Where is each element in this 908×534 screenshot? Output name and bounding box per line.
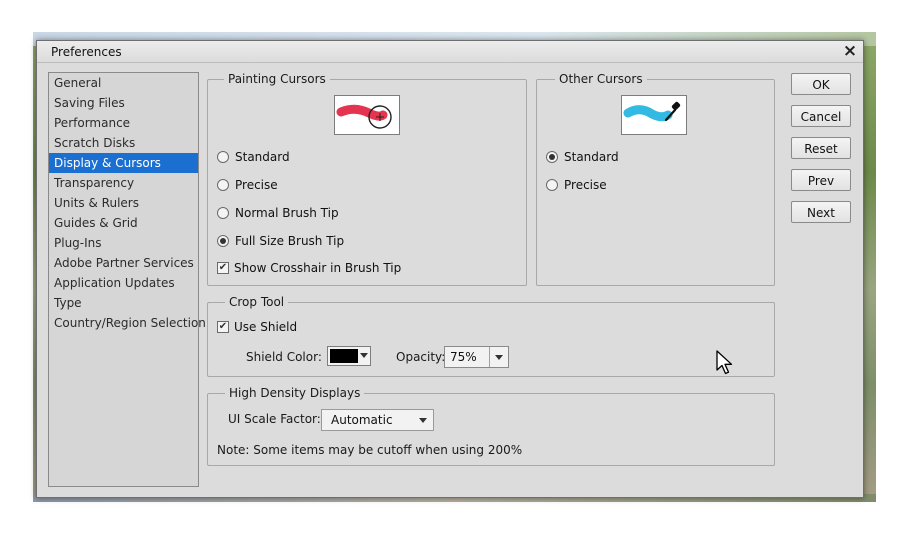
radio-label: Normal Brush Tip [235, 206, 339, 220]
preferences-category-list: General Saving Files Performance Scratch… [48, 72, 206, 487]
checkmark-icon[interactable]: ✔ [217, 321, 229, 333]
opacity-label: Opacity: [396, 350, 446, 364]
shield-color-label: Shield Color: [246, 350, 322, 364]
brush-stroke-preview-icon [334, 95, 400, 135]
checkbox-label: Use Shield [234, 320, 298, 334]
ui-scale-value: Automatic [331, 413, 393, 427]
other-cursors-title: Other Cursors [555, 72, 647, 86]
radio-indicator[interactable] [217, 235, 229, 247]
other-cursor-precise-radio[interactable]: Precise [546, 176, 607, 194]
other-cursor-standard-radio[interactable]: Standard [546, 148, 619, 166]
high-density-title: High Density Displays [225, 386, 365, 400]
chevron-down-icon [419, 418, 427, 423]
radio-indicator[interactable] [217, 151, 229, 163]
sidebar-item-application-updates[interactable]: Application Updates [49, 273, 198, 293]
crop-tool-title: Crop Tool [225, 295, 289, 309]
show-crosshair-checkbox[interactable]: ✔ Show Crosshair in Brush Tip [217, 259, 401, 277]
sidebar-item-guides-grid[interactable]: Guides & Grid [49, 213, 198, 233]
sidebar-item-transparency[interactable]: Transparency [49, 173, 198, 193]
prev-button[interactable]: Prev [791, 169, 851, 191]
chevron-down-icon [360, 353, 368, 358]
next-button[interactable]: Next [791, 201, 851, 223]
sidebar-item-scratch-disks[interactable]: Scratch Disks [49, 133, 198, 153]
use-shield-checkbox[interactable]: ✔ Use Shield [217, 318, 297, 336]
sidebar-item-units-rulers[interactable]: Units & Rulers [49, 193, 198, 213]
scale-note: Note: Some items may be cutoff when usin… [217, 443, 523, 457]
ui-scale-dropdown[interactable]: Automatic [321, 409, 434, 431]
radio-label: Standard [564, 150, 619, 164]
radio-label: Precise [564, 178, 607, 192]
radio-indicator[interactable] [546, 179, 558, 191]
close-icon[interactable]: × [841, 42, 859, 60]
painting-cursor-precise-radio[interactable]: Precise [217, 176, 278, 194]
painting-cursor-full-size-brush-tip-radio[interactable]: Full Size Brush Tip [217, 232, 344, 250]
painting-cursor-normal-brush-tip-radio[interactable]: Normal Brush Tip [217, 204, 339, 222]
radio-label: Standard [235, 150, 290, 164]
radio-indicator[interactable] [217, 179, 229, 191]
painting-cursors-group: Painting Cursors Standard Precise Normal… [207, 72, 527, 286]
chevron-down-icon [495, 355, 503, 360]
cancel-button[interactable]: Cancel [791, 105, 851, 127]
radio-label: Full Size Brush Tip [235, 234, 345, 248]
sidebar-item-saving-files[interactable]: Saving Files [49, 93, 198, 113]
mouse-pointer-icon [716, 350, 733, 375]
high-density-group: High Density Displays UI Scale Factor: A… [207, 386, 775, 466]
painting-cursor-standard-radio[interactable]: Standard [217, 148, 290, 166]
sidebar-item-type[interactable]: Type [49, 293, 198, 313]
ok-button[interactable]: OK [791, 73, 851, 95]
checkbox-label: Show Crosshair in Brush Tip [234, 261, 402, 275]
radio-label: Precise [235, 178, 278, 192]
crop-tool-group: Crop Tool ✔ Use Shield Shield Color: Opa… [207, 295, 775, 377]
sidebar-item-adobe-partner-services[interactable]: Adobe Partner Services [49, 253, 198, 273]
sidebar-item-plug-ins[interactable]: Plug-Ins [49, 233, 198, 253]
window-title: Preferences [51, 45, 122, 59]
ui-scale-label: UI Scale Factor: [228, 412, 321, 426]
title-bar[interactable]: Preferences × [37, 41, 863, 63]
preferences-dialog: Preferences × General Saving Files Perfo… [36, 40, 864, 498]
other-cursors-group: Other Cursors Standard Precise [536, 72, 775, 286]
eyedropper-preview-icon [621, 95, 687, 135]
opacity-value: 75% [450, 350, 477, 364]
sidebar-item-general[interactable]: General [49, 73, 198, 93]
shield-color-picker[interactable] [327, 346, 371, 366]
sidebar-item-country-region-selection[interactable]: Country/Region Selection [49, 313, 206, 333]
sidebar-item-display-cursors[interactable]: Display & Cursors [49, 153, 198, 173]
radio-indicator[interactable] [546, 151, 558, 163]
checkmark-icon[interactable]: ✔ [217, 262, 229, 274]
shield-color-swatch [330, 349, 358, 363]
dropdown-toggle[interactable] [489, 347, 508, 367]
painting-cursors-title: Painting Cursors [224, 72, 330, 86]
reset-button[interactable]: Reset [791, 137, 851, 159]
radio-indicator[interactable] [217, 207, 229, 219]
sidebar-item-performance[interactable]: Performance [49, 113, 198, 133]
opacity-dropdown[interactable]: 75% [444, 346, 509, 368]
